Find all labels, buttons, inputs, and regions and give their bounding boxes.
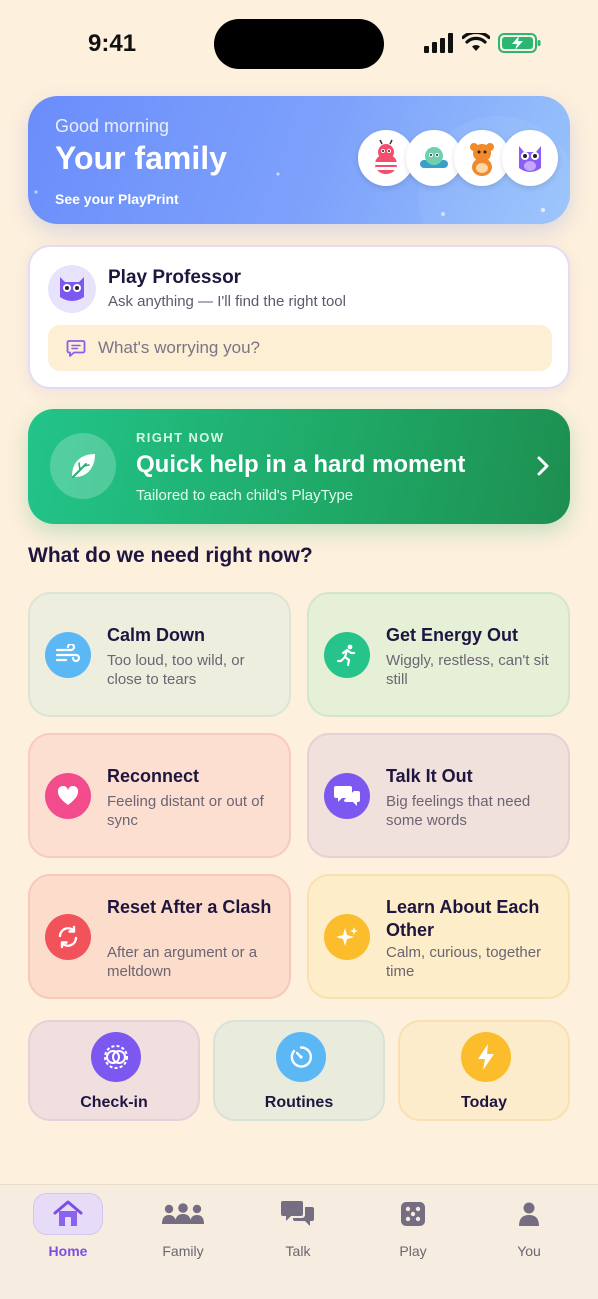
tab-home-label: Home	[48, 1243, 88, 1259]
reconnect-subtitle: Feeling distant or out of sync	[107, 793, 264, 829]
talk-it-out-card[interactable]: Talk It Out Big feelings that need some …	[307, 733, 570, 858]
worry-input-field[interactable]	[48, 325, 552, 371]
tab-family[interactable]: Family	[138, 1193, 228, 1265]
timer-icon	[276, 1032, 326, 1082]
get-energy-out-card[interactable]: Get Energy Out Wiggly, restless, can't s…	[307, 592, 570, 717]
status-icons	[424, 32, 542, 54]
tab-family-label: Family	[162, 1243, 204, 1259]
today-tile[interactable]: Today	[398, 1020, 570, 1121]
calm-down-title: Calm Down	[107, 625, 206, 645]
running-person-icon	[324, 632, 370, 678]
home-icon	[33, 1193, 103, 1235]
chevron-right-icon	[537, 456, 549, 476]
lightning-icon	[461, 1032, 511, 1082]
family-hero-card[interactable]: Good morning Your family See your PlayPr…	[28, 96, 570, 224]
talk-it-out-subtitle: Big feelings that need some words	[386, 793, 531, 829]
see-playprint-link[interactable]: See your PlayPrint	[55, 191, 179, 207]
today-label: Today	[461, 1094, 507, 1111]
calm-down-card[interactable]: Calm Down Too loud, too wild, or close t…	[28, 592, 291, 717]
greeting-text: Good morning	[55, 116, 170, 136]
leaf-icon	[50, 433, 116, 499]
battery-charging-icon	[498, 33, 541, 53]
quick-help-subtitle: Tailored to each child's PlayType	[136, 487, 354, 504]
check-in-tile[interactable]: Check-in	[28, 1020, 200, 1121]
tab-talk-label: Talk	[285, 1243, 311, 1259]
routines-tile[interactable]: Routines	[213, 1020, 385, 1121]
hero-title: Your family	[55, 140, 227, 176]
chat-icon	[263, 1193, 333, 1235]
message-icon	[66, 340, 86, 357]
wind-icon	[45, 632, 91, 678]
quick-help-title: Quick help in a hard moment	[136, 451, 466, 478]
get-energy-out-subtitle: Wiggly, restless, can't sit still	[386, 652, 549, 688]
tab-play-label: Play	[399, 1243, 427, 1259]
chat-bubbles-icon	[324, 773, 370, 819]
status-bar: 9:41	[0, 0, 598, 90]
tab-play[interactable]: Play	[368, 1193, 458, 1265]
get-energy-out-title: Get Energy Out	[386, 625, 519, 645]
reconnect-card[interactable]: Reconnect Feeling distant or out of sync	[28, 733, 291, 858]
play-professor-card: Play Professor Ask anything — I'll find …	[28, 245, 570, 389]
play-professor-title: Play Professor	[108, 267, 242, 288]
tab-home[interactable]: Home	[23, 1193, 113, 1265]
dice-icon	[378, 1193, 448, 1235]
section-title: What do we need right now?	[28, 544, 313, 567]
check-in-label: Check-in	[80, 1094, 148, 1111]
play-professor-subtitle: Ask anything — I'll find the right tool	[108, 293, 346, 310]
reset-after-clash-card[interactable]: Reset After a Clash After an argument or…	[28, 874, 291, 999]
reset-after-clash-title: Reset After a Clash	[107, 897, 272, 917]
person-icon	[494, 1193, 564, 1235]
family-avatars[interactable]	[358, 130, 558, 186]
quick-help-card[interactable]: RIGHT NOW Quick help in a hard moment Ta…	[28, 409, 570, 524]
bottom-tab-bar: Home Family Talk Play You	[0, 1184, 598, 1299]
owl-professor-icon	[48, 265, 96, 313]
check-in-icon	[91, 1032, 141, 1082]
owl-character-icon	[502, 130, 558, 186]
quick-help-eyebrow: RIGHT NOW	[136, 430, 225, 445]
status-time: 9:41	[88, 30, 137, 57]
family-icon	[148, 1193, 218, 1235]
reconnect-title: Reconnect	[107, 766, 200, 786]
tab-you-label: You	[517, 1243, 541, 1259]
tab-you[interactable]: You	[484, 1193, 574, 1265]
cellular-signal-icon	[424, 33, 453, 53]
sparkles-icon	[324, 914, 370, 960]
learn-about-each-other-subtitle: Calm, curious, together time	[386, 944, 542, 980]
calm-down-subtitle: Too loud, too wild, or close to tears	[107, 652, 245, 688]
tab-talk[interactable]: Talk	[253, 1193, 343, 1265]
heart-icon	[45, 773, 91, 819]
routines-label: Routines	[264, 1094, 334, 1111]
refresh-icon	[45, 914, 91, 960]
talk-it-out-title: Talk It Out	[386, 766, 473, 786]
learn-about-each-other-title: Learn About Each Other	[386, 897, 540, 940]
wifi-icon	[462, 33, 490, 51]
learn-about-each-other-card[interactable]: Learn About Each Other Calm, curious, to…	[307, 874, 570, 999]
reset-after-clash-subtitle: After an argument or a meltdown	[107, 944, 258, 980]
dynamic-island	[214, 19, 384, 69]
worry-input[interactable]	[98, 338, 518, 358]
